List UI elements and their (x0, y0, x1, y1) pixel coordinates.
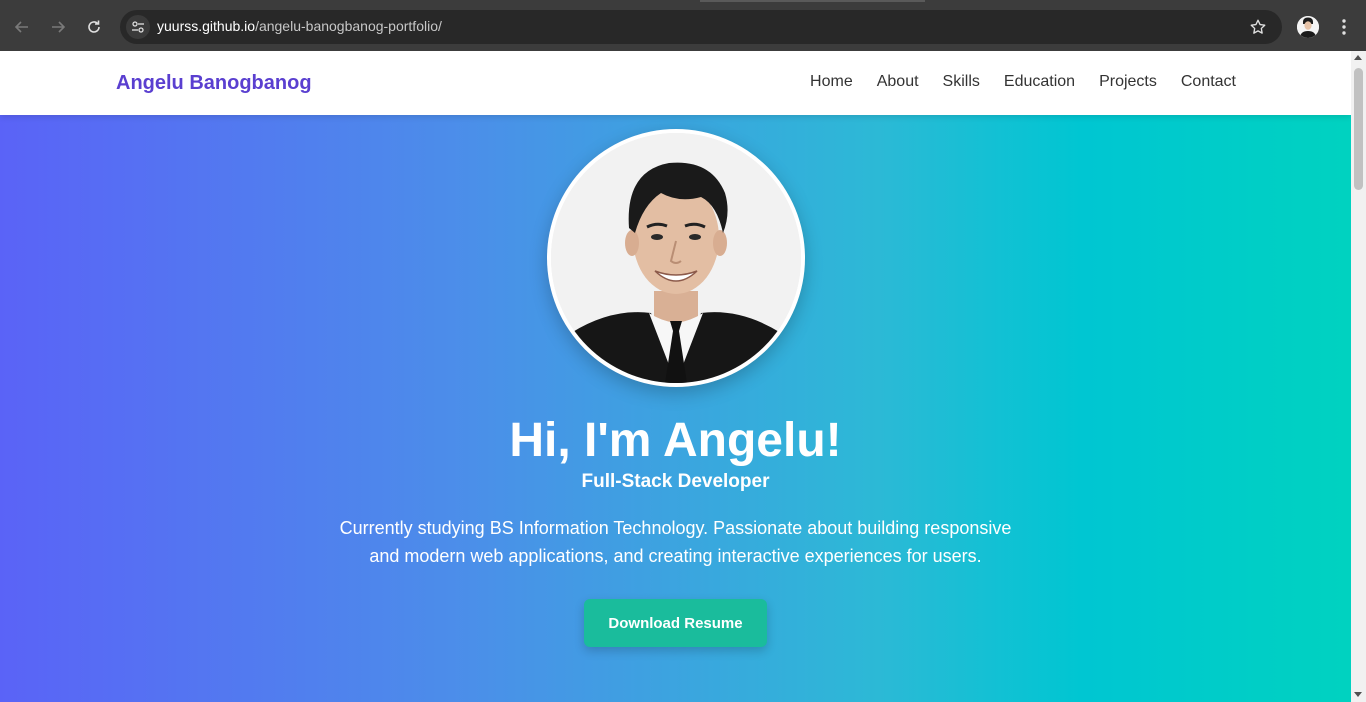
reload-button[interactable] (81, 14, 107, 40)
profile-avatar[interactable] (1297, 16, 1319, 38)
site-header: Angelu Banogbanog Home About Skills Educ… (0, 51, 1351, 115)
scroll-down-icon[interactable] (1354, 692, 1362, 697)
back-button[interactable] (9, 14, 35, 40)
browser-menu-button[interactable] (1334, 15, 1354, 39)
url-path: /angelu-banogbanog-portfolio/ (255, 18, 442, 34)
hero-subtitle: Full-Stack Developer (581, 471, 770, 492)
tune-icon (132, 21, 144, 33)
site-info-button[interactable] (126, 15, 150, 39)
profile-photo-frame (547, 129, 805, 387)
nav-link-contact[interactable]: Contact (1181, 73, 1236, 91)
tab-strip-indicator (700, 0, 925, 2)
nav-link-skills[interactable]: Skills (943, 73, 980, 91)
more-vert-icon (1342, 19, 1346, 35)
star-icon (1250, 19, 1266, 34)
forward-button[interactable] (45, 14, 71, 40)
hero-section: Hi, I'm Angelu! Full-Stack Developer Cur… (0, 115, 1351, 702)
portrait-illustration (551, 133, 801, 383)
url-text[interactable]: yuurss.github.io/angelu-banogbanog-portf… (157, 18, 442, 34)
url-host: yuurss.github.io (157, 18, 256, 34)
reload-icon (88, 20, 100, 33)
browser-toolbar: yuurss.github.io/angelu-banogbanog-portf… (0, 0, 1366, 51)
page-viewport: Angelu Banogbanog Home About Skills Educ… (0, 51, 1351, 702)
nav-link-about[interactable]: About (877, 73, 919, 91)
scrollbar-thumb[interactable] (1354, 68, 1363, 190)
address-bar[interactable]: yuurss.github.io/angelu-banogbanog-portf… (120, 10, 1282, 44)
main-nav: Home About Skills Education Projects Con… (810, 73, 1236, 91)
nav-link-education[interactable]: Education (1004, 73, 1075, 91)
download-resume-button[interactable]: Download Resume (584, 599, 767, 647)
bookmark-button[interactable] (1248, 17, 1268, 37)
person-icon (1297, 16, 1319, 38)
arrow-left-icon (14, 21, 28, 33)
arrow-right-icon (52, 21, 66, 33)
hero-title: Hi, I'm Angelu! (509, 414, 842, 467)
nav-link-home[interactable]: Home (810, 73, 853, 91)
hero-description: Currently studying BS Information Techno… (339, 518, 1012, 566)
scroll-up-icon[interactable] (1354, 55, 1362, 60)
page-scrollbar[interactable] (1351, 51, 1366, 702)
brand-logo[interactable]: Angelu Banogbanog (116, 72, 312, 95)
nav-link-projects[interactable]: Projects (1099, 73, 1157, 91)
profile-photo (551, 133, 801, 383)
